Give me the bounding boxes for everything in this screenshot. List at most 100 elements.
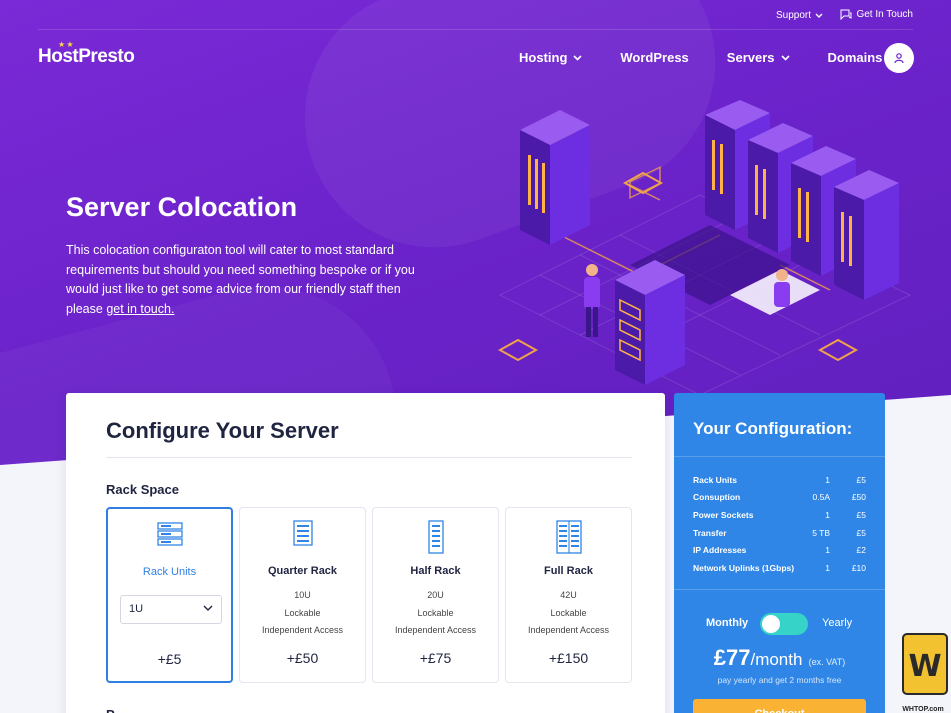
support-menu[interactable]: Support [776, 10, 823, 21]
rack-option-half-rack[interactable]: Half Rack 20U Lockable Independent Acces… [372, 507, 499, 683]
divider [674, 456, 885, 457]
summary-label: Consuption [693, 492, 741, 503]
get-in-touch-label: Get In Touch [856, 9, 913, 20]
rack-lock: Lockable [550, 607, 587, 618]
watermark-logo: W WHTOP.com [895, 630, 951, 713]
summary-price: £10 [851, 562, 866, 573]
total-price: £77/month (ex. VAT) [674, 645, 885, 671]
summary-label: Transfer [693, 527, 727, 538]
summary-qty: 0.5A [812, 492, 831, 503]
configure-title: Configure Your Server [106, 418, 339, 443]
summary-price: £50 [851, 492, 866, 503]
chat-icon [840, 9, 852, 20]
price-vat-note: (ex. VAT) [808, 657, 846, 667]
nav-item-domains[interactable]: Domains [828, 50, 883, 65]
rack-option-rack-units[interactable]: Rack Units 1U +£5 [106, 507, 233, 683]
next-section-heading: P [106, 707, 115, 713]
get-in-touch-link[interactable]: Get In Touch [840, 9, 913, 20]
user-icon [894, 53, 904, 64]
rack-option-full-rack[interactable]: Full Rack 42U Lockable Independent Acces… [505, 507, 632, 683]
summary-title: Your Configuration: [693, 419, 853, 438]
rack-option-price: +£5 [157, 651, 182, 667]
monthly-label: Monthly [706, 617, 749, 629]
account-button[interactable] [884, 43, 914, 73]
rack-size: 10U [294, 590, 311, 600]
nav-item-servers[interactable]: Servers [727, 50, 790, 65]
hero-description: This colocation configuraton tool will c… [66, 241, 426, 319]
rack-lock: Lockable [284, 607, 321, 618]
divider [674, 589, 885, 590]
nav-item-hosting[interactable]: Hosting [519, 50, 582, 65]
brand-name: HostPresto [38, 46, 135, 67]
checkout-button[interactable]: Checkout [693, 699, 866, 713]
configuration-summary: Your Configuration: Rack Units 1 £5 Consup… [674, 393, 885, 713]
support-label: Support [775, 10, 811, 21]
nav-item-wordpress[interactable]: WordPress [620, 50, 688, 65]
summary-label: Power Sockets [693, 509, 754, 520]
rack-option-price: +£75 [419, 650, 452, 666]
server-tower [520, 110, 590, 245]
summary-price: £5 [856, 474, 866, 485]
billing-period-toggle[interactable] [760, 613, 808, 635]
summary-qty: 1 [825, 562, 830, 573]
summary-row: Consuption 0.5A £50 [693, 489, 866, 507]
rack-option-details: 42U Lockable Independent Access [506, 587, 631, 640]
rack-option-price: +£50 [286, 650, 319, 666]
watermark-text: WHTOP.com [902, 706, 944, 713]
configure-card: Configure Your Server Rack Space Rack Un… [66, 393, 665, 713]
summary-row: Network Uplinks (1Gbps) 1 £10 [693, 559, 866, 577]
price-period: /month [750, 650, 803, 669]
rack-option-details: 20U Lockable Independent Access [373, 587, 498, 640]
rack-units-select[interactable]: 1U [120, 595, 222, 624]
quarter-rack-icon [240, 520, 365, 554]
nav-item-label: Domains [827, 50, 883, 65]
rack-size: 20U [427, 590, 444, 600]
get-in-touch-inline-link[interactable]: get in touch. [106, 302, 174, 316]
summary-row: Power Sockets 1 £5 [693, 506, 866, 524]
yearly-discount-note: pay yearly and get 2 months free [717, 675, 842, 685]
chevron-down-icon [815, 13, 823, 18]
rack-option-name: Half Rack [410, 565, 461, 577]
rack-access: Independent Access [261, 625, 344, 635]
nav-item-label: Hosting [519, 50, 568, 65]
rack-option-quarter-rack[interactable]: Quarter Rack 10U Lockable Independent Ac… [239, 507, 366, 683]
half-rack-icon [373, 520, 498, 554]
summary-label: Network Uplinks (1Gbps) [693, 562, 795, 573]
summary-row: Rack Units 1 £5 [693, 471, 866, 489]
rack-units-icon [108, 521, 231, 555]
toggle-knob [762, 615, 780, 633]
divider [106, 457, 632, 458]
main-nav: Hosting WordPress Servers Domains [519, 50, 920, 65]
rack-units-select-value: 1U [129, 603, 144, 615]
summary-label: Rack Units [693, 474, 737, 485]
summary-row: Transfer 5 TB £5 [693, 524, 866, 542]
watermark-icon: W [902, 633, 948, 695]
page-title: Server Colocation [66, 192, 298, 222]
front-server [615, 260, 685, 385]
price-amount: £77 [713, 645, 751, 670]
summary-row: IP Addresses 1 £2 [693, 541, 866, 559]
rack-option-name: Full Rack [544, 565, 593, 577]
brand-logo[interactable]: ★ ★ HostPresto [38, 40, 135, 68]
summary-price: £2 [856, 545, 866, 556]
summary-label: IP Addresses [693, 545, 747, 556]
summary-qty: 1 [825, 509, 830, 520]
rack-option-name: Quarter Rack [267, 565, 338, 577]
rack-access: Independent Access [394, 625, 477, 635]
rack-lock: Lockable [417, 607, 454, 618]
chevron-down-icon [203, 596, 213, 623]
rack-size: 42U [560, 590, 577, 600]
summary-qty: 1 [825, 474, 830, 485]
nav-item-label: WordPress [620, 50, 689, 65]
nav-item-label: Servers [726, 50, 775, 65]
summary-price: £5 [856, 509, 866, 520]
summary-qty: 1 [825, 545, 830, 556]
rack-option-price: +£150 [548, 650, 589, 666]
summary-table: Rack Units 1 £5 Consuption 0.5A £50 Power So… [693, 471, 866, 577]
summary-qty: 5 TB [812, 527, 830, 538]
rack-option-details: 10U Lockable Independent Access [240, 587, 365, 640]
summary-price: £5 [856, 527, 866, 538]
server-illustration [497, 100, 912, 395]
svg-text:W: W [908, 649, 941, 684]
person-standing [584, 264, 600, 337]
